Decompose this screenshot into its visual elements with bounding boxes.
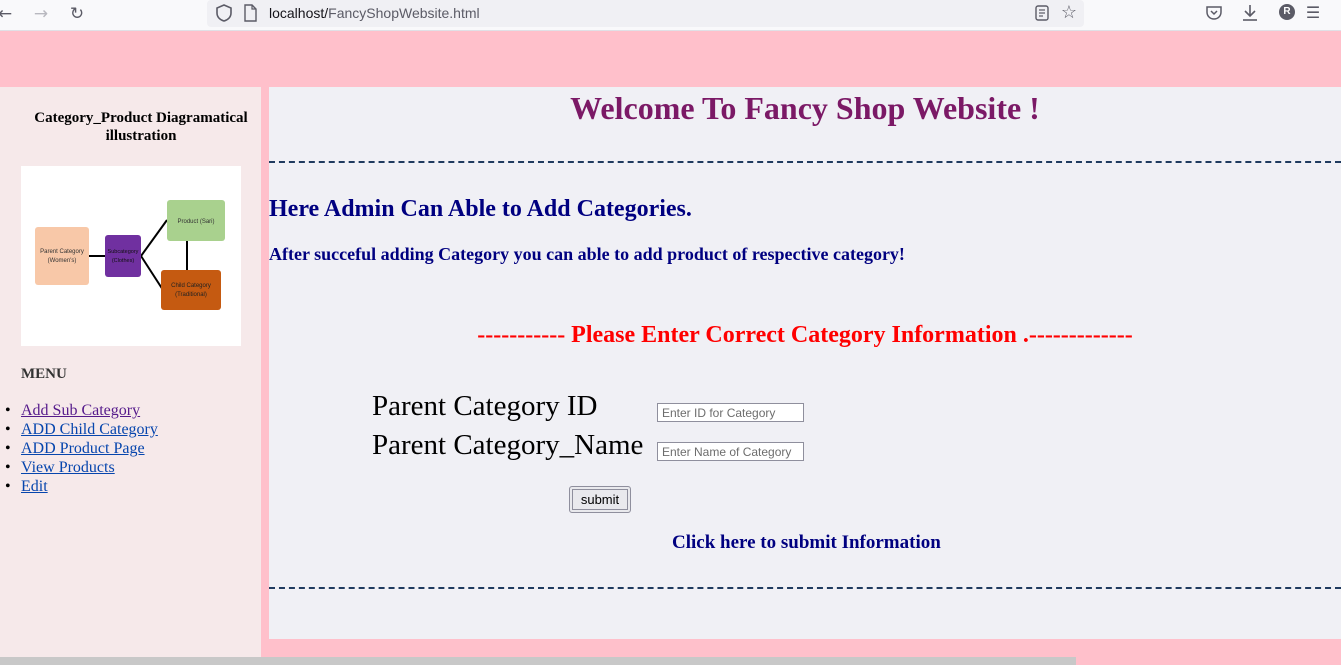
url-host: localhost/ [269,5,329,21]
diagram-product: Product (Sari) [177,219,214,225]
submit-button[interactable]: submit [569,486,631,513]
menu-item: ADD Product Page [5,439,158,458]
parent-category-name-input[interactable] [657,442,804,461]
section-subtext: After succeful adding Category you can a… [269,244,905,264]
menu-item: ADD Child Category [5,420,158,439]
notice-message: ----------- Please Enter Correct Categor… [477,322,1133,348]
submit-info-text: Click here to submit Information [672,532,941,553]
section-heading: Here Admin Can Able to Add Categories. [269,196,692,222]
diagram-sub-line2: (Clothes) [112,258,134,264]
page-icon [244,4,257,22]
diagram-child-line2: (Traditional) [175,292,207,298]
parent-category-name-label: Parent Category_Name [372,429,644,461]
pocket-icon[interactable] [1205,4,1223,22]
diagram-child-line1: Child Category [171,283,211,289]
url-text[interactable]: localhost/FancyShopWebsite.html [269,5,480,21]
browser-toolbar: ← → ↻ localhost/FancyShopWebsite.html ☆ … [0,0,1341,31]
back-arrow-icon[interactable]: ← [0,3,16,25]
hamburger-menu-icon[interactable]: ☰ [1303,3,1323,23]
view-products-link[interactable]: View Products [21,459,115,476]
forward-arrow-icon[interactable]: → [30,3,52,25]
add-product-page-link[interactable]: ADD Product Page [21,440,145,457]
reader-view-icon[interactable] [1033,4,1051,22]
url-path: FancyShopWebsite.html [328,5,480,21]
edit-link[interactable]: Edit [21,478,48,495]
download-icon[interactable] [1240,2,1260,24]
parent-category-id-input[interactable] [657,403,804,422]
main-content: Welcome To Fancy Shop Website ! Here Adm… [269,87,1341,639]
sidebar: Category_Product Diagramatical illustrat… [0,87,261,659]
divider-top [269,161,1341,163]
menu-list: Add Sub Category ADD Child Category ADD … [5,401,158,496]
menu-item: Edit [5,477,158,496]
divider-bottom [269,587,1341,589]
diagram-sub-line1: Subcategory [108,249,139,255]
menu-item: View Products [5,458,158,477]
reload-icon[interactable]: ↻ [66,3,88,25]
category-diagram-image: Parent Category (Women's) Subcategory (C… [21,166,241,346]
add-sub-category-link[interactable]: Add Sub Category [21,402,140,419]
menu-item: Add Sub Category [5,401,158,420]
profile-avatar[interactable]: R [1279,4,1295,20]
add-child-category-link[interactable]: ADD Child Category [21,421,158,438]
diagram-parent-line1: Parent Category [40,249,84,255]
menu-heading: MENU [21,366,67,382]
shield-icon[interactable] [214,3,234,23]
star-icon[interactable]: ☆ [1059,2,1079,22]
page-title: Welcome To Fancy Shop Website ! [570,90,1040,126]
sidebar-title: Category_Product Diagramatical illustrat… [34,110,248,144]
horizontal-scrollbar[interactable] [0,657,1076,665]
parent-category-id-label: Parent Category ID [372,390,598,422]
diagram-parent-line2: (Women's) [48,258,77,264]
